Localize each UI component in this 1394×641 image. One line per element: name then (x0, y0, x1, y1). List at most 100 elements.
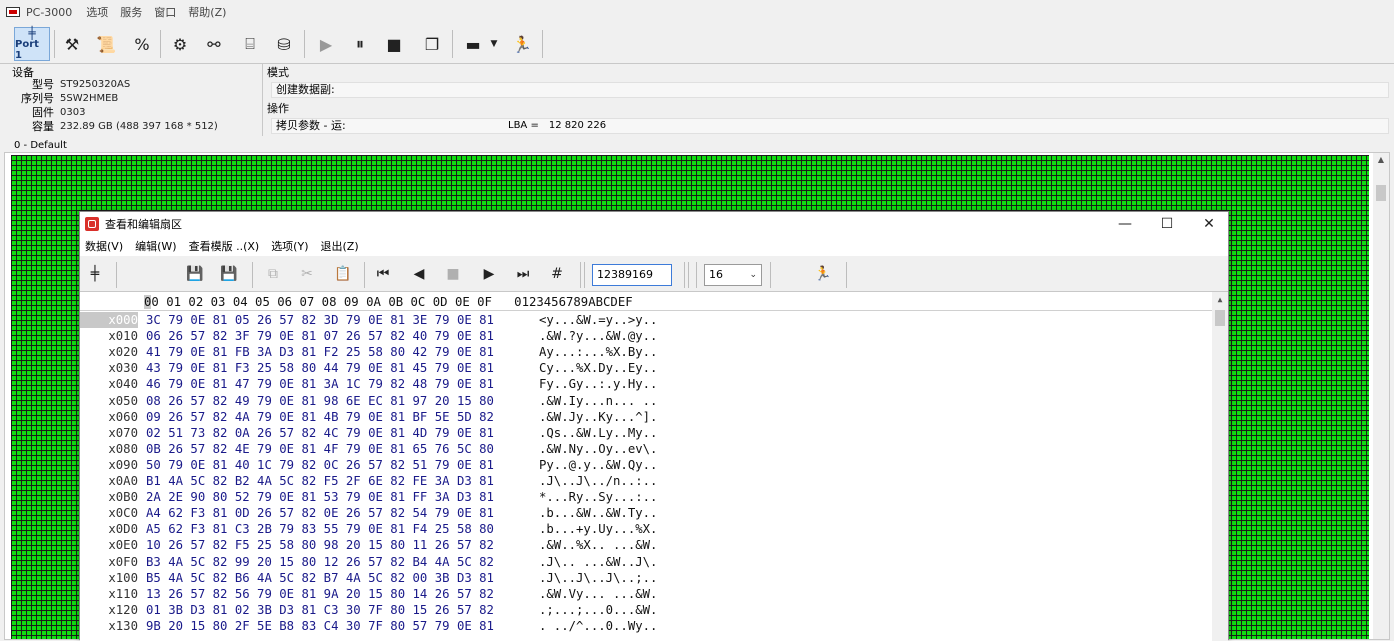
scroll-up-icon[interactable]: ▲ (1214, 295, 1226, 304)
stop-read-icon[interactable]: ■ (440, 262, 466, 286)
hex-row-ascii[interactable]: .&W.Vy... ...&W. (539, 586, 657, 602)
hex-row-ascii[interactable]: Cy...%X.Dy..Ey.. (539, 360, 657, 376)
hex-row-bytes[interactable]: 50 79 0E 81 40 1C 79 82 0C 26 57 82 51 7… (146, 457, 494, 473)
menu-options[interactable]: 选项 (86, 4, 108, 20)
hex-row-ascii[interactable]: .&W.Ny..Oy..ev\. (539, 441, 657, 457)
hex-row-bytes[interactable]: 02 51 73 82 0A 26 57 82 4C 79 0E 81 4D 7… (146, 425, 494, 441)
menu-help[interactable]: 帮助(Z) (188, 4, 226, 20)
hex-row-ascii[interactable]: Fy..Gy..:.y.Hy.. (539, 376, 657, 392)
save-icon[interactable]: 💾 (182, 262, 208, 286)
binoculars-icon[interactable]: ⚯ (198, 28, 230, 60)
hex-row-ascii[interactable]: .&W.?y...&W.@y.. (539, 328, 657, 344)
scroll-thumb[interactable] (1376, 185, 1386, 201)
stop-icon[interactable]: ■ (378, 28, 410, 60)
pause-icon[interactable]: ⏸ (344, 28, 376, 60)
hex-row-ascii[interactable]: . ../^...0..Wy.. (539, 618, 657, 634)
menu-data[interactable]: 数据(V) (85, 238, 123, 254)
last-sector-icon[interactable]: ⏭ (510, 262, 536, 286)
hex-row-bytes[interactable]: 3C 79 0E 81 05 26 57 82 3D 79 0E 81 3E 7… (146, 312, 494, 328)
hex-row-ascii[interactable]: .&W.Iy...n... .. (539, 393, 657, 409)
first-sector-icon[interactable]: ⏮ (370, 262, 396, 286)
hex-row-ascii[interactable]: .&W..%X.. ...&W. (539, 537, 657, 553)
minimize-icon[interactable]: — (1104, 212, 1146, 236)
exit-runner-icon[interactable]: 🏃 (810, 262, 836, 286)
hex-row-address: x090 (108, 457, 138, 472)
hex-row-bytes[interactable]: A4 62 F3 81 0D 26 57 82 0E 26 57 82 54 7… (146, 505, 494, 521)
paste-icon[interactable]: 📋 (330, 262, 356, 286)
next-sector-icon[interactable]: ▶ (476, 262, 502, 286)
maximize-icon[interactable]: ☐ (1146, 212, 1188, 236)
hex-row-bytes[interactable]: 0B 26 57 82 4E 79 0E 81 4F 79 0E 81 65 7… (146, 441, 494, 457)
hex-row-bytes[interactable]: B3 4A 5C 82 99 20 15 80 12 26 57 82 B4 4… (146, 554, 494, 570)
cut-icon[interactable]: ✂ (294, 262, 320, 286)
port-button[interactable]: ╪ Port 1 (14, 27, 50, 61)
hex-row-ascii[interactable]: .;...;...0...&W. (539, 602, 657, 618)
save-all-icon[interactable]: 💾 (216, 262, 242, 286)
copy-icon[interactable]: ⧉ (260, 262, 286, 286)
hex-row-address: x110 (108, 586, 138, 601)
hex-row-bytes[interactable]: 13 26 57 82 56 79 0E 81 9A 20 15 80 14 2… (146, 586, 494, 602)
hex-row-bytes[interactable]: 01 3B D3 81 02 3B D3 81 C3 30 7F 80 15 2… (146, 602, 494, 618)
menu-exit[interactable]: 退出(Z) (321, 238, 359, 254)
hex-row-ascii[interactable]: Py..@.y..&W.Qy.. (539, 457, 657, 473)
monitor-icon[interactable]: ▬ (458, 28, 488, 60)
lba-input[interactable]: 12389169 (592, 264, 672, 286)
tools-icon[interactable]: ⚒ (56, 28, 88, 60)
sector-map-scrollbar[interactable]: ▲ (1373, 153, 1389, 639)
close-icon[interactable]: ✕ (1188, 212, 1230, 236)
sector-edit-icon[interactable]: ⌸ (234, 28, 266, 60)
hex-row-ascii[interactable]: .J\.. ...&W..J\. (539, 554, 657, 570)
hex-row-ascii[interactable]: .Qs..&W.Ly..My.. (539, 425, 657, 441)
menu-view-template[interactable]: 查看模版 ..(X) (189, 238, 260, 254)
hex-view[interactable]: 00 01 02 03 04 05 06 07 08 09 0A 0B 0C 0… (80, 292, 1228, 641)
menu-window[interactable]: 窗口 (154, 4, 176, 20)
operation-title: 操作 (267, 102, 289, 115)
device-panel: 设备 型号 ST9250320AS 序列号 5SW2HMEB 固件 0303 容… (4, 64, 256, 136)
hex-row-ascii[interactable]: Ay...:...%X.By.. (539, 344, 657, 360)
hex-header-divider (80, 310, 1212, 311)
menu-options[interactable]: 选项(Y) (271, 238, 308, 254)
hex-row-address: x0D0 (108, 522, 138, 537)
hex-row-ascii[interactable]: .J\..J\..J\..;.. (539, 570, 657, 586)
drive-settings-icon[interactable]: ⚙ (164, 28, 196, 60)
goto-sector-icon[interactable]: # (544, 262, 570, 286)
hex-row-ascii[interactable]: .J\..J\../n..:.. (539, 473, 657, 489)
hex-row-ascii[interactable]: .b...+y.Uy...%X. (539, 521, 657, 537)
monitor-dropdown-chevron-icon[interactable]: ▼ (486, 28, 502, 60)
hex-row-ascii[interactable]: <y...&W.=y..>y.. (539, 312, 657, 328)
hex-row-bytes[interactable]: 06 26 57 82 3F 79 0E 81 07 26 57 82 40 7… (146, 328, 494, 344)
hex-row-bytes[interactable]: 2A 2E 90 80 52 79 0E 81 53 79 0E 81 FF 3… (146, 489, 494, 505)
play-icon[interactable]: ▶ (310, 28, 342, 60)
hex-row-bytes[interactable]: 9B 20 15 80 2F 5E B8 83 C4 30 7F 80 57 7… (146, 618, 494, 634)
exit-runner-icon[interactable]: 🏃 (506, 28, 538, 60)
hex-row-bytes[interactable]: 41 79 0E 81 FB 3A D3 81 F2 25 58 80 42 7… (146, 344, 494, 360)
hex-row-address: x030 (108, 361, 138, 376)
percent-test-icon[interactable]: % (126, 28, 158, 60)
hex-row-ascii[interactable]: .&W.Jy..Ky...^]. (539, 409, 657, 425)
hex-row-bytes[interactable]: B5 4A 5C 82 B6 4A 5C 82 B7 4A 5C 82 00 3… (146, 570, 494, 586)
prev-sector-icon[interactable]: ◀ (406, 262, 432, 286)
sector-count-select[interactable]: 16 ⌄ (704, 264, 762, 286)
hex-row-address: x010 (108, 329, 138, 344)
menu-services[interactable]: 服务 (120, 4, 142, 20)
windows-icon[interactable]: ❐ (416, 28, 448, 60)
hex-row-bytes[interactable]: 46 79 0E 81 47 79 0E 81 3A 1C 79 82 48 7… (146, 376, 494, 392)
map-tab-label[interactable]: 0 - Default (14, 140, 67, 151)
disk-export-icon[interactable]: ⛁ (268, 28, 300, 60)
hex-row-bytes[interactable]: B1 4A 5C 82 B2 4A 5C 82 F5 2F 6E 82 FE 3… (146, 473, 494, 489)
menu-edit[interactable]: 编辑(W) (135, 238, 176, 254)
hex-row-ascii[interactable]: *...Ry..Sy...:.. (539, 489, 657, 505)
hex-row-bytes[interactable]: 10 26 57 82 F5 25 58 80 98 20 15 80 11 2… (146, 537, 494, 553)
hex-row-ascii[interactable]: .b...&W..&W.Ty.. (539, 505, 657, 521)
scroll-thumb[interactable] (1215, 310, 1225, 326)
hex-row-bytes[interactable]: A5 62 F3 81 C3 2B 79 83 55 79 0E 81 F4 2… (146, 521, 494, 537)
hex-row-bytes[interactable]: 08 26 57 82 49 79 0E 81 98 6E EC 81 97 2… (146, 393, 494, 409)
scroll-up-icon[interactable]: ▲ (1375, 155, 1387, 165)
hex-row-bytes[interactable]: 43 79 0E 81 F3 25 58 80 44 79 0E 81 45 7… (146, 360, 494, 376)
connector-icon[interactable]: ╪ (82, 262, 108, 286)
hex-scrollbar[interactable]: ▲ (1212, 292, 1228, 641)
port-label: Port 1 (15, 39, 39, 61)
hex-row-bytes[interactable]: 09 26 57 82 4A 79 0E 81 4B 79 0E 81 BF 5… (146, 409, 494, 425)
log-scroll-icon[interactable]: 📜 (90, 28, 122, 60)
sector-editor-app-icon (85, 217, 99, 231)
